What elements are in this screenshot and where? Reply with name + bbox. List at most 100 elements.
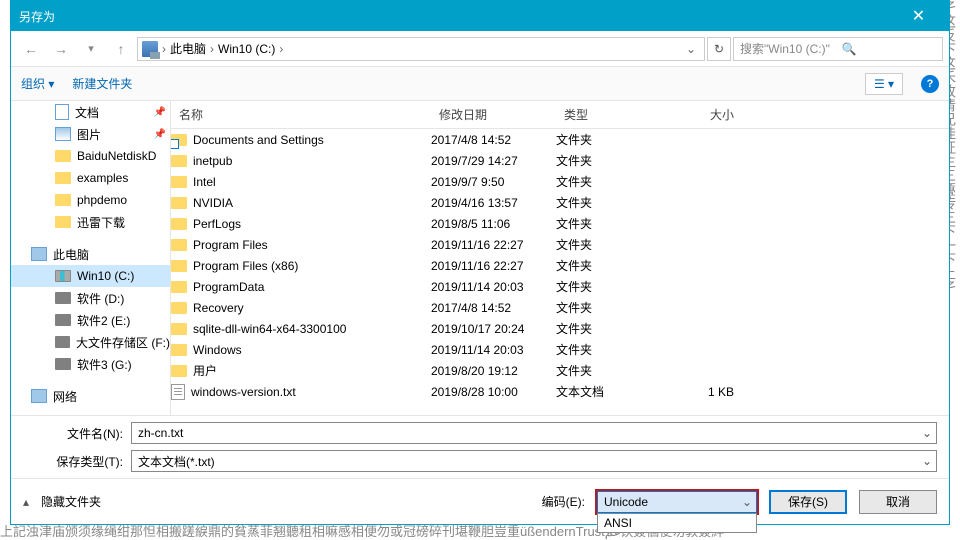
folder-icon bbox=[171, 197, 187, 209]
tree-item-label: BaiduNetdiskD bbox=[77, 149, 156, 163]
tree-item[interactable]: 文档📌 bbox=[11, 101, 170, 123]
file-name: ProgramData bbox=[193, 280, 264, 294]
file-row[interactable]: Intel2019/9/7 9:50文件夹 bbox=[171, 171, 949, 192]
tree-item[interactable]: 软件 (D:) bbox=[11, 287, 170, 309]
close-button[interactable]: ✕ bbox=[896, 1, 941, 31]
tree-item[interactable]: 网络 bbox=[11, 385, 170, 407]
tree-item[interactable]: BaiduNetdiskD bbox=[11, 145, 170, 167]
file-date: 2019/11/14 20:03 bbox=[431, 343, 556, 357]
column-headers[interactable]: 名称 修改日期 类型 大小 bbox=[171, 101, 949, 129]
filetype-select[interactable]: 文本文档(*.txt) ⌄ bbox=[131, 450, 937, 472]
folder-icon bbox=[55, 150, 71, 162]
file-row[interactable]: ProgramData 2019/11/14 20:03文件夹 bbox=[171, 276, 949, 297]
help-button[interactable]: ? bbox=[921, 75, 939, 93]
file-row[interactable]: windows-version.txt2019/8/28 10:00文本文档1 … bbox=[171, 381, 949, 402]
forward-button[interactable]: → bbox=[47, 35, 75, 63]
chevron-down-icon[interactable]: ⌄ bbox=[682, 42, 700, 56]
col-date[interactable]: 修改日期 bbox=[431, 106, 556, 123]
file-type: 文件夹 bbox=[556, 215, 666, 232]
breadcrumb[interactable]: › 此电脑 › Win10 (C:) › ⌄ bbox=[137, 37, 705, 61]
tree-item-label: 此电脑 bbox=[53, 246, 89, 263]
organize-button[interactable]: 组织 ▾ bbox=[21, 75, 54, 92]
file-type: 文件夹 bbox=[556, 131, 666, 148]
file-row[interactable]: Program Files (x86)2019/11/16 22:27文件夹 bbox=[171, 255, 949, 276]
file-name: Windows bbox=[193, 343, 242, 357]
file-row[interactable]: Documents and Settings2017/4/8 14:52文件夹 bbox=[171, 129, 949, 150]
tree-item[interactable]: 图片📌 bbox=[11, 123, 170, 145]
chevron-down-icon[interactable]: ⌄ bbox=[742, 495, 752, 509]
titlebar: 另存为 ✕ bbox=[11, 1, 949, 31]
col-type[interactable]: 类型 bbox=[556, 106, 666, 123]
encoding-label: 编码(E): bbox=[542, 493, 585, 510]
folder-icon bbox=[171, 239, 187, 251]
folder-icon bbox=[55, 172, 71, 184]
filename-input[interactable]: zh-cn.txt ⌄ bbox=[131, 422, 937, 444]
search-input[interactable]: 搜索"Win10 (C:)" 🔍 bbox=[733, 37, 943, 61]
tree-item[interactable]: 此电脑 bbox=[11, 243, 170, 265]
save-as-dialog: 另存为 ✕ ← → ▾ ↑ › 此电脑 › Win10 (C:) › ⌄ ↻ 搜… bbox=[10, 0, 950, 525]
file-row[interactable]: 用户2019/8/20 19:12文件夹 bbox=[171, 360, 949, 381]
document-icon bbox=[55, 104, 69, 120]
drive-icon bbox=[55, 358, 71, 370]
drive-icon bbox=[55, 314, 71, 326]
save-fields: 文件名(N): zh-cn.txt ⌄ 保存类型(T): 文本文档(*.txt)… bbox=[11, 415, 949, 478]
tree-item[interactable]: phpdemo bbox=[11, 189, 170, 211]
tree-item[interactable]: 软件2 (E:) bbox=[11, 309, 170, 331]
file-list-body[interactable]: Documents and Settings2017/4/8 14:52文件夹i… bbox=[171, 129, 949, 415]
file-name: NVIDIA bbox=[193, 196, 233, 210]
recent-button[interactable]: ▾ bbox=[77, 35, 105, 63]
chevron-right-icon: › bbox=[279, 42, 283, 56]
refresh-button[interactable]: ↻ bbox=[707, 37, 731, 61]
tree-item[interactable]: 软件3 (G:) bbox=[11, 353, 170, 375]
new-folder-button[interactable]: 新建文件夹 bbox=[72, 75, 132, 92]
pc-icon bbox=[31, 247, 47, 261]
cancel-button[interactable]: 取消 bbox=[859, 490, 937, 514]
file-row[interactable]: NVIDIA2019/4/16 13:57文件夹 bbox=[171, 192, 949, 213]
back-button[interactable]: ← bbox=[17, 35, 45, 63]
chevron-down-icon[interactable]: ⌄ bbox=[922, 454, 932, 468]
tree-item-label: 软件3 (G:) bbox=[77, 356, 132, 373]
tree-item-label: 软件2 (E:) bbox=[77, 312, 130, 329]
file-type: 文件夹 bbox=[556, 173, 666, 190]
chevron-right-icon: › bbox=[162, 42, 166, 56]
breadcrumb-segment[interactable]: 此电脑 bbox=[170, 40, 206, 57]
file-row[interactable]: Program Files2019/11/16 22:27文件夹 bbox=[171, 234, 949, 255]
col-name[interactable]: 名称 bbox=[171, 106, 431, 123]
tree-item[interactable]: examples bbox=[11, 167, 170, 189]
folder-icon bbox=[171, 218, 187, 230]
file-date: 2019/11/14 20:03 bbox=[431, 280, 556, 294]
nav-tree[interactable]: 文档📌图片📌 BaiduNetdiskD examplesphpdemo迅雷下载此电… bbox=[11, 101, 171, 415]
file-row[interactable]: sqlite-dll-win64-x64-33001002019/10/17 2… bbox=[171, 318, 949, 339]
encoding-select[interactable]: Unicode ⌄ ANSI bbox=[597, 491, 757, 513]
tree-item[interactable]: 迅雷下载 bbox=[11, 211, 170, 233]
folder-icon bbox=[171, 281, 187, 293]
file-date: 2019/9/7 9:50 bbox=[431, 175, 556, 189]
file-date: 2019/8/5 11:06 bbox=[431, 217, 556, 231]
file-type: 文件夹 bbox=[556, 362, 666, 379]
file-row[interactable]: inetpub2019/7/29 14:27文件夹 bbox=[171, 150, 949, 171]
main-area: 文档📌图片📌 BaiduNetdiskD examplesphpdemo迅雷下载此电… bbox=[11, 101, 949, 415]
file-date: 2019/7/29 14:27 bbox=[431, 154, 556, 168]
file-row[interactable]: Windows 2019/11/14 20:03文件夹 bbox=[171, 339, 949, 360]
tree-item[interactable]: Win10 (C:) bbox=[11, 265, 170, 287]
breadcrumb-segment[interactable]: Win10 (C:) bbox=[218, 42, 275, 56]
folder-icon bbox=[171, 260, 187, 272]
col-size[interactable]: 大小 bbox=[666, 106, 746, 123]
encoding-dropdown-item[interactable]: ANSI bbox=[597, 513, 757, 533]
file-type: 文件夹 bbox=[556, 152, 666, 169]
file-row[interactable]: Recovery2017/4/8 14:52文件夹 bbox=[171, 297, 949, 318]
view-button[interactable]: ☰ ▾ bbox=[865, 73, 903, 95]
hide-folders-link[interactable]: 隐藏文件夹 bbox=[41, 493, 101, 510]
expand-icon[interactable]: ▴ bbox=[23, 495, 29, 509]
file-date: 2017/4/8 14:52 bbox=[431, 133, 556, 147]
file-type: 文件夹 bbox=[556, 257, 666, 274]
tree-item[interactable]: 大文件存储区 (F:) bbox=[11, 331, 170, 353]
file-type: 文件夹 bbox=[556, 278, 666, 295]
save-button[interactable]: 保存(S) bbox=[769, 490, 847, 514]
search-placeholder: 搜索"Win10 (C:)" bbox=[740, 40, 830, 57]
folder-icon bbox=[171, 302, 187, 314]
file-row[interactable]: PerfLogs2019/8/5 11:06文件夹 bbox=[171, 213, 949, 234]
chevron-down-icon[interactable]: ⌄ bbox=[922, 426, 932, 440]
up-button[interactable]: ↑ bbox=[107, 35, 135, 63]
file-type: 文件夹 bbox=[556, 341, 666, 358]
